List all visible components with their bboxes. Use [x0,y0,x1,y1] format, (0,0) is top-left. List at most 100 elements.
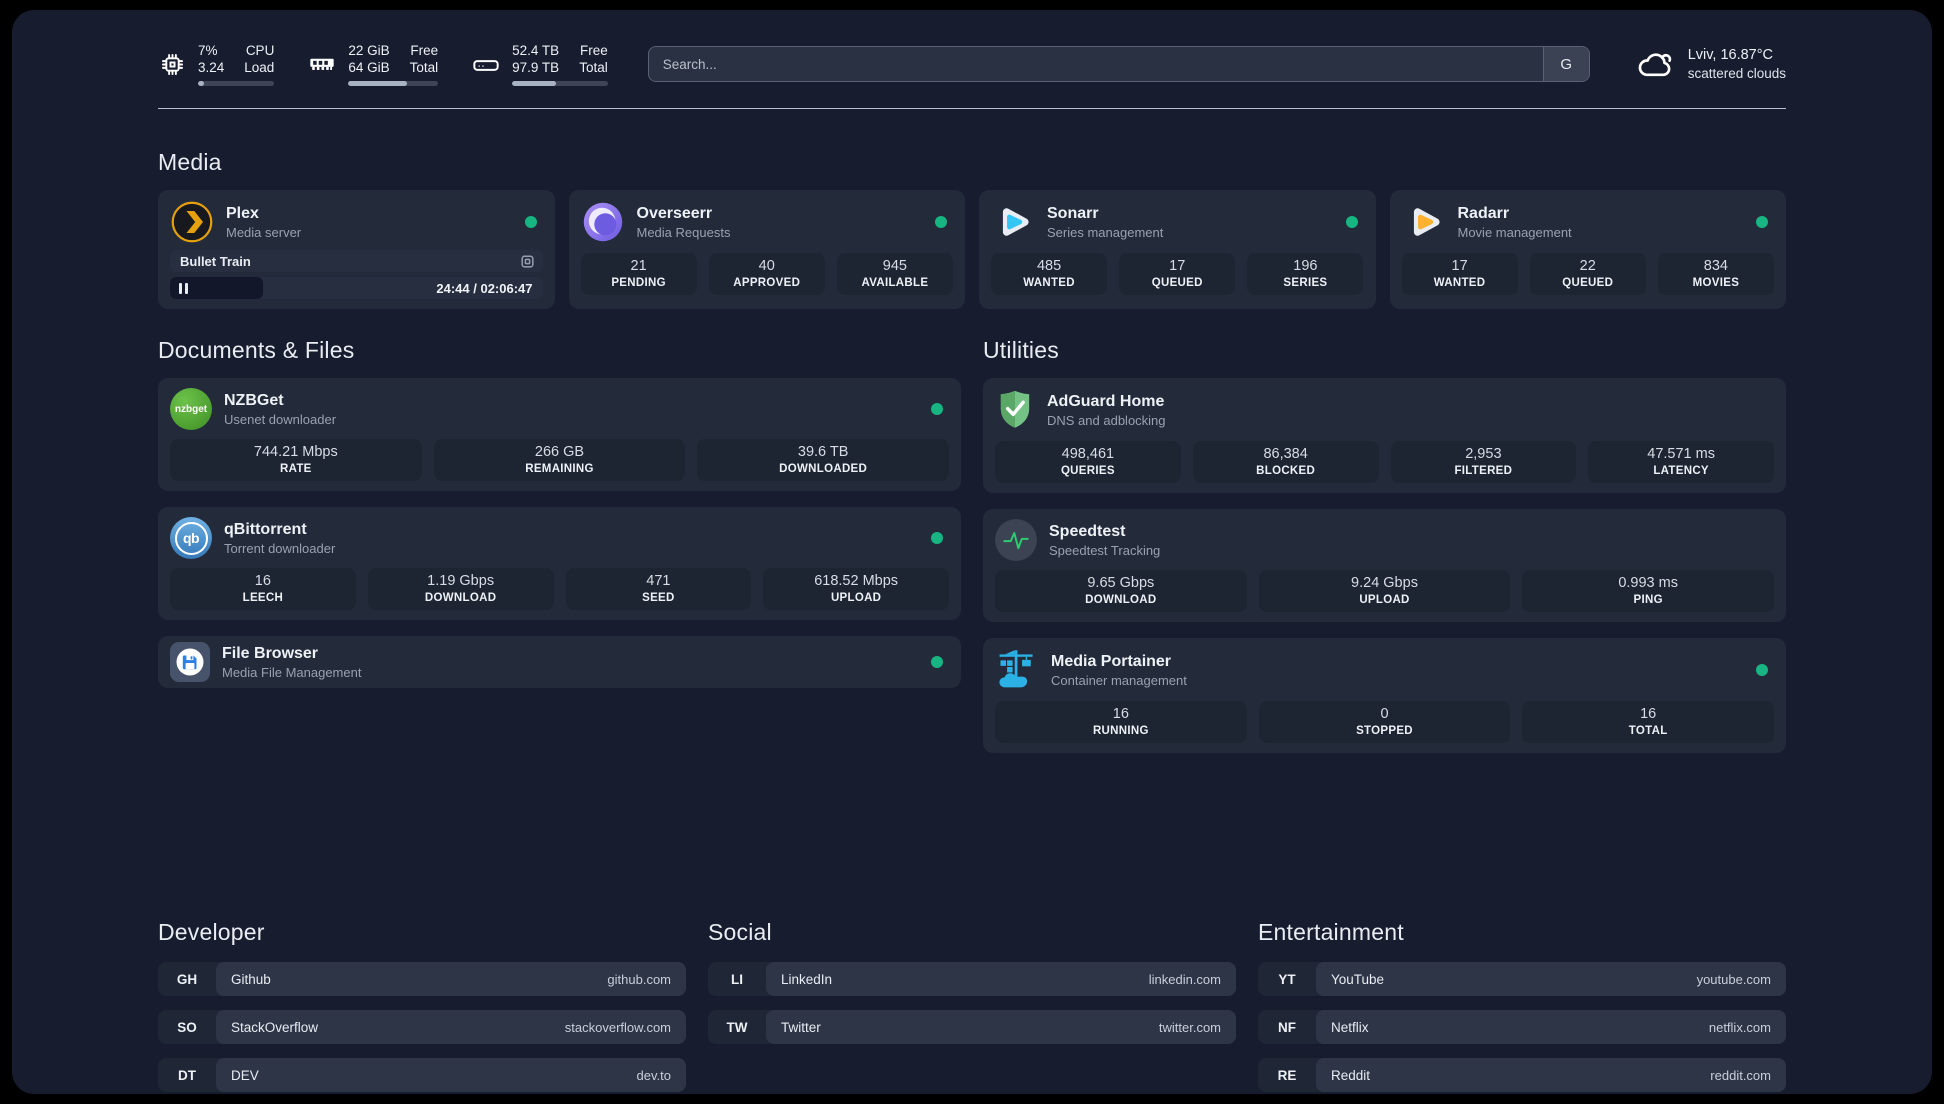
dashboard: 7% 3.24 CPU Load 22 GiB 64 GiB Free Tota… [12,10,1932,1094]
stat-tile: 16 LEECH [170,568,356,610]
radarr-card[interactable]: Radarr Movie management 17 WANTED 22 QUEUE… [1389,190,1786,309]
sonarr-card[interactable]: Sonarr Series management 485 WANTED 17 QUE… [979,190,1376,309]
stat-value: 2,953 [1465,446,1502,462]
radarr-icon [1402,200,1446,244]
stat-tile: 834 MOVIES [1657,253,1774,295]
app-header: Radarr Movie management [1402,200,1775,244]
disk-widget: 52.4 TB 97.9 TB Free Total [472,42,608,86]
stat-tile: 0.993 ms PING [1522,570,1774,612]
documents-column: Documents & Files nzbget NZBGet Usenet d… [158,337,961,704]
section-title-documents: Documents & Files [158,337,355,363]
link-netflix[interactable]: NF Netflix netflix.com [1258,1010,1786,1044]
app-header: Plex Media server [170,200,543,244]
link-abbr-badge: NF [1278,1019,1296,1035]
link-name: Reddit [1331,1067,1371,1083]
disk-usage-bar-fill [512,81,557,86]
stat-label: SERIES [1283,277,1328,289]
link-name: Twitter [781,1019,821,1035]
app-name: File Browser [222,645,319,662]
search-bar: G [647,46,1590,82]
file-browser-card[interactable]: File Browser Media File Management [158,636,961,688]
section-title-entertainment: Entertainment [1258,919,1404,945]
link-name: Github [231,971,271,987]
link-reddit[interactable]: RE Reddit reddit.com [1258,1058,1786,1092]
app-header: File Browser Media File Management [170,642,949,682]
stat-label: TOTAL [1628,725,1668,737]
stat-tile: 40 APPROVED [708,253,825,295]
playback-progress-bar[interactable]: 24:44 / 02:06:47 [170,277,543,299]
portainer-card[interactable]: Media Portainer Container management 16 R… [983,638,1786,753]
stat-label: DOWNLOADED [779,463,868,475]
link-dev-to[interactable]: DT DEV dev.to [158,1058,686,1092]
adguard-home-card[interactable]: AdGuard Home DNS and adblocking 498,461 Q… [983,378,1786,493]
link-abbr-badge: SO [177,1019,197,1035]
weather-location-temp: Lviv, 16.87°C [1687,46,1774,63]
app-header: AdGuard Home DNS and adblocking [995,388,1774,432]
section-title-developer: Developer [158,919,265,945]
stat-tile: 266 GB REMAINING [433,439,686,481]
stat-tile: 21 PENDING [580,253,697,295]
stat-tile: 1.19 Gbps DOWNLOAD [367,568,554,610]
search-input[interactable] [647,46,1590,82]
app-name: Overseerr [636,205,713,222]
link-abbr-badge: GH [176,971,198,987]
cpu-icon [158,50,186,78]
link-name: DEV [231,1067,259,1083]
nzbget-card[interactable]: nzbget NZBGet Usenet downloader 744.21 M… [158,378,961,491]
entertainment-section: Entertainment YT YouTube youtube.com NF N… [1258,919,1786,1094]
speedtest-card[interactable]: Speedtest Speedtest Tracking 9.65 Gbps DO… [983,509,1786,622]
stat-value: 40 [758,258,775,274]
status-dot-online [935,216,947,228]
memory-free-value: 22 GiB [348,43,390,58]
link-youtube[interactable]: YT YouTube youtube.com [1258,962,1786,996]
adguard-shield-icon [995,388,1035,432]
stats-row: 16 RUNNING 0 STOPPED 16 TOTAL [995,701,1774,743]
stat-label: QUERIES [1060,465,1115,477]
media-grid: Plex Media server Bullet Train 24:44 / 0… [158,190,1786,309]
link-github[interactable]: GH Github github.com [158,962,686,996]
overseerr-card[interactable]: Overseerr Media Requests 21 PENDING 40 APP… [568,190,965,309]
stat-label: BLOCKED [1256,465,1316,477]
app-name: qBittorrent [224,521,307,538]
link-abbr-badge: RE [1277,1067,1297,1083]
app-description: Media server [226,225,302,240]
status-dot-online [1345,216,1358,228]
stats-row: 744.21 Mbps RATE 266 GB REMAINING 39.6 TB D… [170,439,949,481]
stat-tile: 0 STOPPED [1258,701,1511,743]
stat-tile: 9.24 Gbps UPLOAD [1258,570,1511,612]
stat-value: 47.571 ms [1647,446,1715,462]
qbittorrent-card[interactable]: qb qBittorrent Torrent downloader 16 LEEC… [158,507,961,620]
link-linkedin[interactable]: LI LinkedIn linkedin.com [708,962,1236,996]
search-engine-button[interactable]: G [1542,47,1589,81]
disk-usage-bar [512,81,608,86]
stat-value: 16 [254,573,271,589]
app-description: Media File Management [222,665,362,680]
stats-row: 16 LEECH 1.19 Gbps DOWNLOAD 471 SEED 618.52… [170,568,949,610]
app-name: AdGuard Home [1047,393,1165,410]
stat-tile: 485 WANTED [991,253,1108,295]
cpu-usage-bar [198,81,275,86]
disk-total-label: Total [579,60,608,75]
stat-tile: 196 SERIES [1247,253,1364,295]
app-description: Container management [1051,673,1187,688]
stat-value: 0 [1380,706,1389,722]
link-twitter[interactable]: TW Twitter twitter.com [708,1010,1236,1044]
stat-tile: 744.21 Mbps RATE [170,439,422,481]
stat-value: 744.21 Mbps [253,444,338,460]
plex-card[interactable]: Plex Media server Bullet Train 24:44 / 0… [158,190,555,309]
stat-value: 485 [1036,258,1062,274]
stats-row: 9.65 Gbps DOWNLOAD 9.24 Gbps UPLOAD 0.993 … [995,570,1774,612]
stat-tile: 2,953 FILTERED [1390,441,1577,483]
app-name: Media Portainer [1051,653,1172,670]
link-url: reddit.com [1710,1067,1771,1083]
memory-total-label: Total [409,60,439,75]
expand-icon[interactable] [520,254,535,269]
cpu-usage-bar-fill [198,81,205,86]
link-stackoverflow[interactable]: SO StackOverflow stackoverflow.com [158,1010,686,1044]
pause-button[interactable] [179,282,188,294]
app-header: Media Portainer Container management [995,648,1774,692]
utilities-column: Utilities AdGuard Home DNS and adblockin… [983,337,1786,769]
app-description: Series management [1047,225,1164,240]
disk-free-label: Free [579,43,608,58]
stat-label: UPLOAD [1359,594,1410,606]
